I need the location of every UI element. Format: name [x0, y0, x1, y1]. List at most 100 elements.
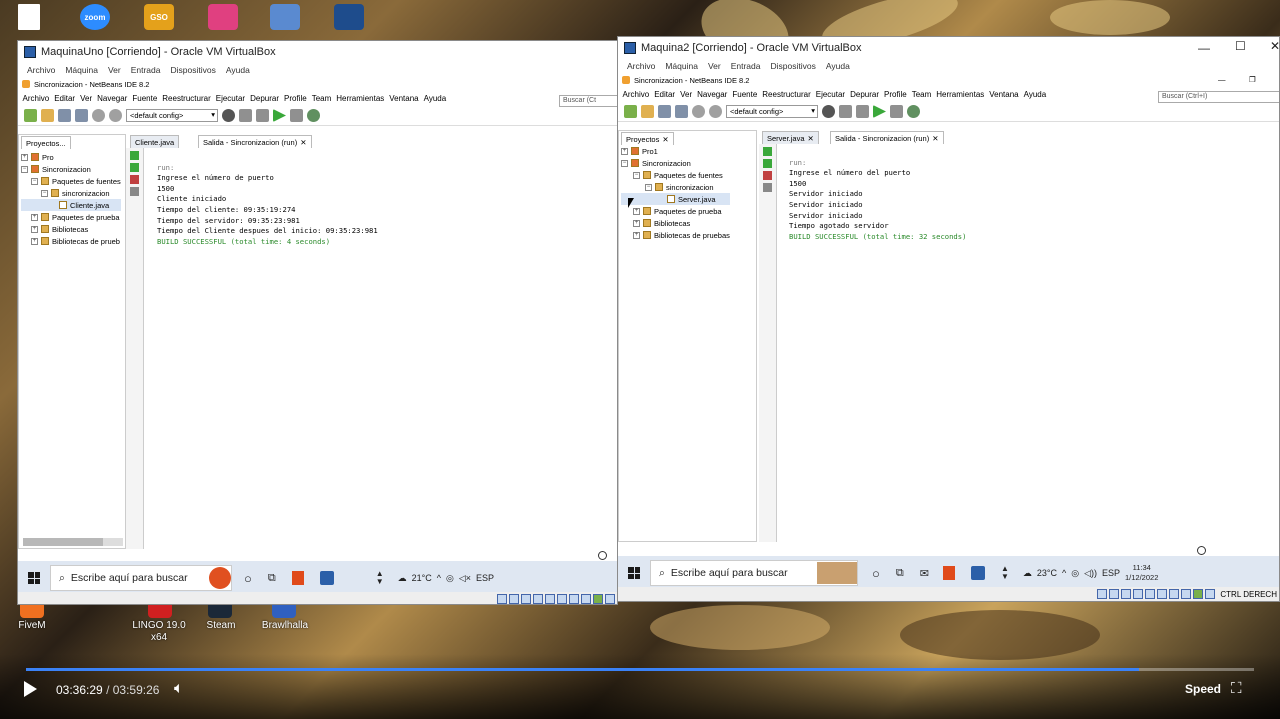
taskbar-search-input[interactable]: ⌕ Escribe aquí para buscar — [650, 560, 858, 586]
language-indicator[interactable]: ESP — [1102, 568, 1120, 578]
recording-status-icon[interactable] — [1181, 589, 1192, 599]
nb-menu-depurar[interactable]: Depurar — [250, 94, 279, 103]
tab-projects[interactable]: Proyectos... — [21, 136, 71, 149]
nb-menu-archivo[interactable]: Archivo — [623, 90, 650, 99]
save-all-icon[interactable] — [75, 109, 88, 122]
globe-icon[interactable] — [222, 109, 235, 122]
build-icon[interactable] — [839, 105, 852, 118]
windows-start-icon[interactable] — [28, 572, 40, 584]
nb-menu-profile[interactable]: Profile — [884, 90, 907, 99]
horizontal-scrollbar[interactable] — [23, 538, 123, 546]
scroll-arrows-icon[interactable]: ▲ ▼ — [1001, 565, 1009, 581]
task-view-icon[interactable]: ⧉ — [896, 567, 904, 580]
cpu-status-icon[interactable] — [593, 594, 603, 604]
cd-status-icon[interactable] — [1109, 589, 1120, 599]
tab-server-java[interactable]: Server.java ✕ — [762, 131, 819, 144]
vb-menu-entrada[interactable]: Entrada — [731, 61, 761, 71]
tree-item-sincronizacion[interactable]: − Sincronizacion — [621, 157, 730, 169]
nb-menu-navegar[interactable]: Navegar — [697, 90, 727, 99]
rerun-params-icon[interactable] — [130, 163, 139, 172]
volume-icon[interactable]: ◁× — [459, 573, 471, 584]
gso-icon[interactable]: GSO — [144, 4, 174, 30]
shared-folders-icon[interactable] — [1157, 589, 1168, 599]
new-project-icon[interactable] — [641, 105, 654, 118]
mouse-status-icon[interactable] — [1205, 589, 1216, 599]
run-icon[interactable] — [873, 105, 886, 118]
window-titlebar[interactable]: Maquina2 [Corriendo] - Oracle VM Virtual… — [618, 37, 1279, 59]
vb-menu-ayuda[interactable]: Ayuda — [226, 65, 250, 75]
nb-menu-fuente[interactable]: Fuente — [732, 90, 757, 99]
vb-menu-archivo[interactable]: Archivo — [627, 61, 655, 71]
chevron-up-icon[interactable]: ^ — [437, 573, 441, 583]
usb-status-icon[interactable] — [1145, 589, 1156, 599]
chevron-up-icon[interactable]: ^ — [1062, 568, 1066, 578]
clean-build-icon[interactable] — [856, 105, 869, 118]
tree-item-pro[interactable]: + Pro — [21, 151, 121, 163]
tree-item-paquetes-fuentes[interactable]: − Paquetes de fuentes — [21, 175, 121, 187]
nb-menu-editar[interactable]: Editar — [654, 90, 675, 99]
notification-icon[interactable] — [598, 551, 607, 560]
close-window-icon[interactable]: ✕ — [1270, 39, 1279, 53]
tree-item-cliente-java[interactable]: Cliente.java — [21, 199, 121, 211]
close-icon[interactable]: ✕ — [808, 134, 814, 143]
config-select[interactable]: <default config> — [726, 105, 818, 118]
settings-icon[interactable] — [130, 187, 139, 196]
tree-item-paquetes-prueba[interactable]: + Paquetes de prueba — [21, 211, 121, 223]
network-status-icon[interactable] — [1133, 589, 1144, 599]
cd-status-icon[interactable] — [509, 594, 519, 604]
nb-menu-depurar[interactable]: Depurar — [850, 90, 879, 99]
nb-menu-editar[interactable]: Editar — [54, 94, 75, 103]
recording-status-icon[interactable] — [581, 594, 591, 604]
nb-menu-ver[interactable]: Ver — [680, 90, 692, 99]
tree-item-pro1[interactable]: + Pro1 — [621, 145, 730, 157]
debug-icon[interactable] — [890, 105, 903, 118]
nb-menu-ayuda[interactable]: Ayuda — [1024, 90, 1047, 99]
display-status-icon[interactable] — [569, 594, 579, 604]
task-view-icon[interactable]: ⧉ — [268, 572, 276, 585]
display-status-icon[interactable] — [1169, 589, 1180, 599]
app-icon[interactable] — [208, 4, 238, 30]
tree-item-paquetes-prueba[interactable]: + Paquetes de prueba — [621, 205, 730, 217]
fullscreen-icon[interactable]: ⛶ — [1231, 680, 1242, 697]
cortana-icon[interactable]: ○ — [244, 571, 252, 586]
office-icon[interactable] — [291, 571, 304, 585]
nb-menu-herramientas[interactable]: Herramientas — [936, 90, 984, 99]
vb-menu-ver[interactable]: Ver — [108, 65, 121, 75]
tree-item-bibliotecas[interactable]: + Bibliotecas — [621, 217, 730, 229]
nb-menu-ver[interactable]: Ver — [80, 94, 92, 103]
network-icon[interactable]: ◎ — [446, 573, 454, 584]
cpu-status-icon[interactable] — [1193, 589, 1204, 599]
search-input[interactable]: Buscar (Ctrl+I) — [1158, 91, 1279, 103]
tree-item-sincronizacion[interactable]: − Sincronizacion — [21, 163, 121, 175]
profile-icon[interactable] — [307, 109, 320, 122]
search-input[interactable]: Buscar (Ct — [559, 95, 617, 107]
vb-menu-entrada[interactable]: Entrada — [131, 65, 161, 75]
network-status-icon[interactable] — [533, 594, 543, 604]
tab-cliente-java[interactable]: Cliente.java — [130, 135, 180, 148]
vb-menu-maquina[interactable]: Máquina — [665, 61, 698, 71]
virtualbox-icon[interactable] — [334, 4, 364, 30]
hdd-status-icon[interactable] — [497, 594, 507, 604]
close-icon[interactable]: ✕ — [300, 138, 306, 147]
stop-icon[interactable] — [763, 171, 772, 180]
new-project-icon[interactable] — [41, 109, 54, 122]
tree-item-bibliotecas-prueba[interactable]: + Bibliotecas de prueb — [21, 235, 121, 247]
hdd-status-icon[interactable] — [1097, 589, 1108, 599]
vb-menu-dispositivos[interactable]: Dispositivos — [771, 61, 816, 71]
redo-icon[interactable] — [709, 105, 722, 118]
run-icon[interactable] — [273, 109, 286, 122]
nb-menu-ayuda[interactable]: Ayuda — [424, 94, 447, 103]
file-icon[interactable] — [18, 4, 40, 30]
redo-icon[interactable] — [109, 109, 122, 122]
tree-item-bibliotecas[interactable]: + Bibliotecas — [21, 223, 121, 235]
nb-menu-ejecutar[interactable]: Ejecutar — [816, 90, 845, 99]
nb-restore-icon[interactable]: ❐ — [1249, 75, 1256, 84]
scroll-arrows-icon[interactable]: ▲ ▼ — [376, 570, 384, 586]
tree-item-package[interactable]: − sincronizacion — [21, 187, 121, 199]
seek-bar[interactable] — [26, 668, 1254, 671]
nb-menu-fuente[interactable]: Fuente — [132, 94, 157, 103]
tab-output[interactable]: Salida - Sincronizacion (run) ✕ — [198, 135, 312, 148]
undo-icon[interactable] — [92, 109, 105, 122]
rerun-icon[interactable] — [763, 147, 772, 156]
stop-icon[interactable] — [130, 175, 139, 184]
